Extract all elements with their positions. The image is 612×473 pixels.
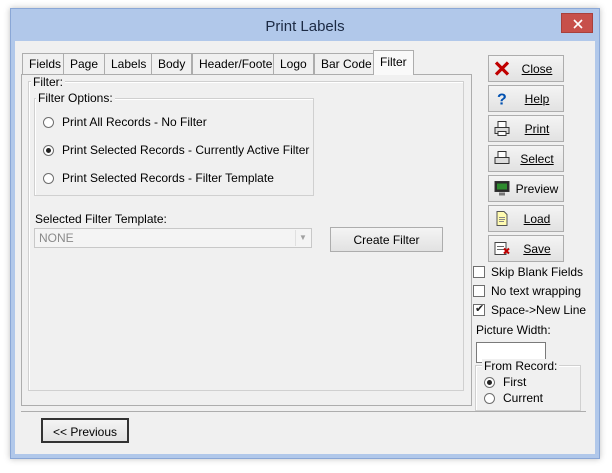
filter-tab-panel: Filter: Filter Options: Print All Record… bbox=[21, 74, 472, 406]
radio-button[interactable] bbox=[43, 144, 54, 156]
preview-button[interactable]: Preview bbox=[488, 175, 564, 202]
tab-logo[interactable]: Logo bbox=[273, 53, 314, 74]
print-button[interactable]: Print bbox=[488, 115, 564, 142]
tab-page[interactable]: Page bbox=[63, 53, 106, 74]
tab-label: Logo bbox=[280, 57, 307, 71]
from-record-label: From Record: bbox=[482, 359, 560, 373]
load-label: Load bbox=[523, 212, 551, 226]
from-record-group: From Record: First Current bbox=[475, 359, 581, 411]
radio-label: First bbox=[503, 375, 527, 389]
skip-blank-fields-label: Skip Blank Fields bbox=[491, 265, 584, 279]
radio-label: Print All Records - No Filter bbox=[62, 115, 207, 129]
space-new-line-label: Space->New Line bbox=[491, 303, 587, 317]
select-label: Select bbox=[520, 152, 554, 166]
select-printer-button[interactable]: Select bbox=[488, 145, 564, 172]
radio-label: Current bbox=[503, 391, 544, 405]
radio-button[interactable] bbox=[484, 376, 495, 388]
no-text-wrapping-checkbox[interactable] bbox=[473, 285, 485, 297]
load-button[interactable]: Load bbox=[488, 205, 564, 232]
print-label: Print bbox=[524, 122, 550, 136]
tab-filter[interactable]: Filter bbox=[373, 50, 414, 75]
help-label: Help bbox=[524, 92, 550, 106]
selected-filter-template-label: Selected Filter Template: bbox=[35, 212, 167, 226]
radio-filter-template[interactable]: Print Selected Records - Filter Template bbox=[43, 170, 274, 186]
radio-button[interactable] bbox=[43, 116, 54, 128]
svg-text:?: ? bbox=[497, 92, 507, 108]
title-bar[interactable]: Print Labels bbox=[11, 9, 599, 41]
previous-label: << Previous bbox=[52, 425, 118, 439]
red-x-icon bbox=[494, 61, 510, 76]
space-new-line-checkbox[interactable] bbox=[473, 302, 485, 316]
radio-button[interactable] bbox=[43, 172, 54, 184]
tab-label: Labels bbox=[111, 57, 147, 71]
tab-label: Body bbox=[158, 57, 186, 71]
picture-width-label: Picture Width: bbox=[476, 323, 551, 337]
skip-blank-fields-option[interactable]: Skip Blank Fields bbox=[473, 265, 583, 279]
window-close-button[interactable] bbox=[561, 13, 593, 33]
no-text-wrapping-option[interactable]: No text wrapping bbox=[473, 284, 581, 298]
skip-blank-fields-checkbox[interactable] bbox=[473, 266, 485, 278]
help-button[interactable]: ? Help bbox=[488, 85, 564, 112]
footer-bar: << Previous bbox=[21, 411, 586, 448]
filter-options-group: Filter Options: Print All Records - No F… bbox=[34, 91, 314, 196]
radio-label: Print Selected Records - Filter Template bbox=[62, 171, 274, 185]
filter-template-select[interactable]: NONE ▼ bbox=[34, 228, 312, 248]
close-icon bbox=[573, 19, 583, 29]
tab-label: Bar Code bbox=[321, 57, 372, 71]
print-labels-window: Print Labels Fields Page Labels Body Hea… bbox=[10, 8, 600, 459]
tab-body[interactable]: Body bbox=[151, 53, 193, 74]
tab-bar-code[interactable]: Bar Code bbox=[314, 53, 379, 74]
filter-options-label: Filter Options: bbox=[36, 91, 115, 105]
radio-button[interactable] bbox=[484, 392, 495, 404]
dialog-client-area: Fields Page Labels Body Header/Footer Lo… bbox=[15, 41, 595, 454]
filter-group: Filter: Filter Options: Print All Record… bbox=[28, 75, 464, 391]
filter-template-value: NONE bbox=[39, 231, 74, 245]
no-text-wrapping-label: No text wrapping bbox=[491, 284, 582, 298]
printer-icon bbox=[494, 121, 510, 136]
window-title: Print Labels bbox=[265, 18, 345, 35]
tab-label: Header/Footer bbox=[199, 57, 277, 71]
create-filter-label: Create Filter bbox=[353, 233, 420, 247]
printer-select-icon bbox=[494, 151, 510, 164]
tab-label: Fields bbox=[29, 57, 62, 71]
close-label: Close bbox=[521, 62, 553, 76]
space-new-line-option[interactable]: Space->New Line bbox=[473, 302, 587, 317]
save-button[interactable]: Save bbox=[488, 235, 564, 262]
save-label: Save bbox=[523, 242, 551, 256]
tab-labels[interactable]: Labels bbox=[104, 53, 154, 74]
tab-header-footer[interactable]: Header/Footer bbox=[192, 53, 284, 74]
radio-from-first[interactable]: First bbox=[484, 374, 526, 390]
tab-fields[interactable]: Fields bbox=[22, 53, 69, 74]
radio-currently-active-filter[interactable]: Print Selected Records - Currently Activ… bbox=[43, 142, 309, 158]
create-filter-button[interactable]: Create Filter bbox=[330, 227, 443, 252]
question-mark-icon: ? bbox=[497, 92, 507, 108]
save-icon bbox=[494, 242, 510, 255]
chevron-down-icon[interactable]: ▼ bbox=[295, 230, 310, 246]
preview-label: Preview bbox=[515, 182, 559, 196]
radio-print-all[interactable]: Print All Records - No Filter bbox=[43, 114, 207, 130]
tab-label: Page bbox=[70, 57, 99, 71]
close-button[interactable]: Close bbox=[488, 55, 564, 82]
document-icon bbox=[496, 211, 508, 226]
radio-label: Print Selected Records - Currently Activ… bbox=[62, 143, 310, 157]
monitor-icon bbox=[494, 181, 510, 196]
filter-group-label: Filter: bbox=[31, 75, 65, 89]
radio-from-current[interactable]: Current bbox=[484, 390, 543, 406]
tab-label: Filter bbox=[380, 55, 407, 69]
previous-button[interactable]: << Previous bbox=[41, 418, 129, 443]
